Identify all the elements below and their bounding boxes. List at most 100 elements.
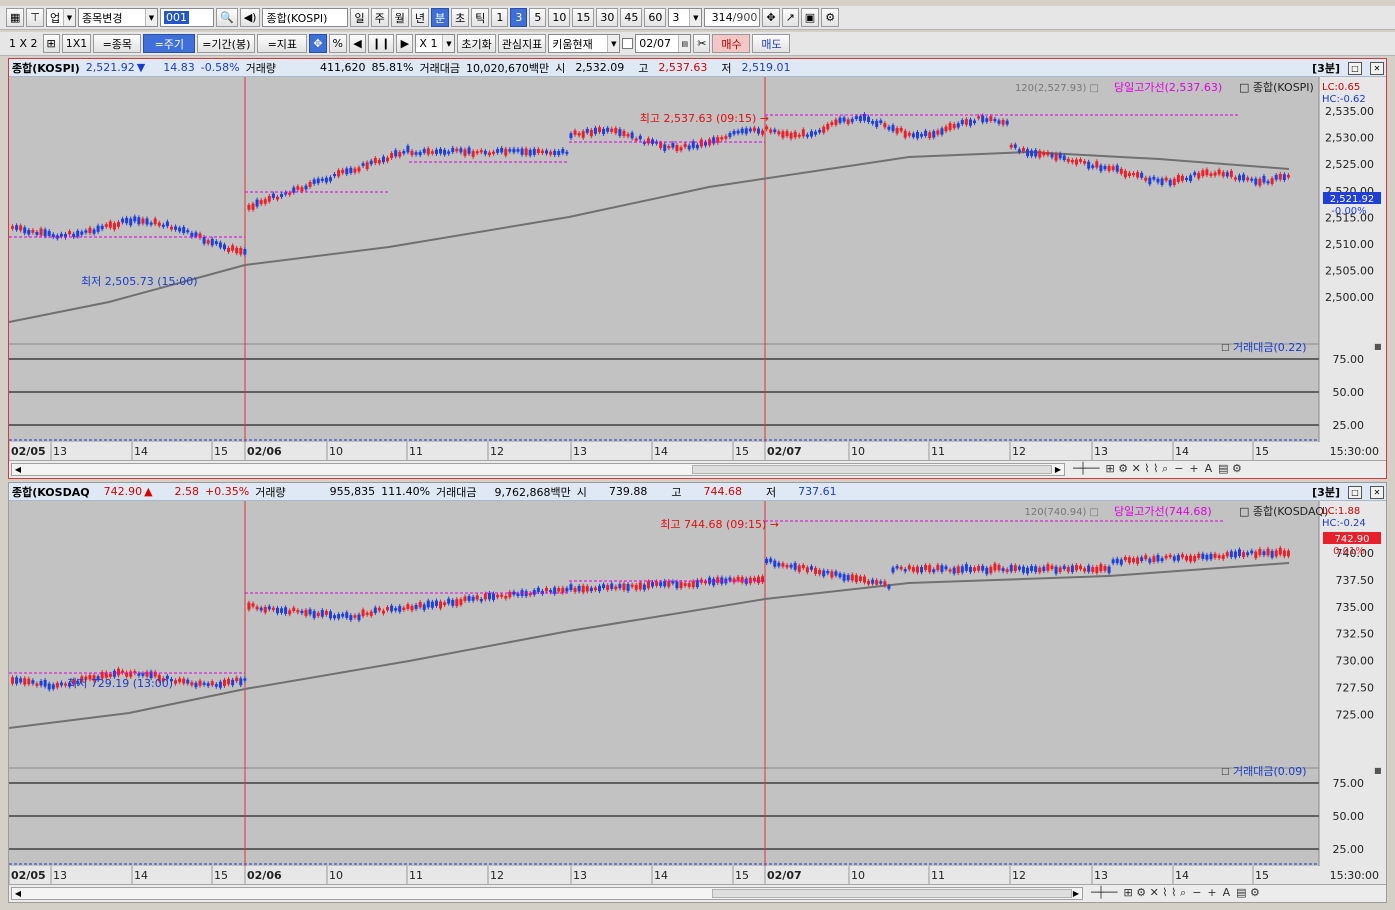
candle-body bbox=[1009, 565, 1013, 572]
pause-icon[interactable]: ❙❙ bbox=[367, 34, 395, 53]
scissors-icon[interactable]: ✂ bbox=[693, 34, 711, 53]
reset-button[interactable]: 초기화 bbox=[457, 34, 496, 53]
settings-icon[interactable]: ▤ ⚙ bbox=[1236, 886, 1260, 900]
buy-button[interactable]: 매수 bbox=[712, 34, 751, 53]
time-label: 02/06 bbox=[247, 869, 282, 882]
minute-10[interactable]: 10 bbox=[548, 8, 571, 27]
sub-toolbar: 1 X 2 ⊞ 1X1 =종목 =주기 =기간(봉) =지표 ✥ % ◀ ❙❙ … bbox=[0, 32, 1395, 56]
candle-body bbox=[426, 600, 430, 608]
scroll-left-icon[interactable]: ◀ bbox=[12, 888, 24, 899]
minute-5[interactable]: 5 bbox=[529, 8, 547, 27]
speaker-icon[interactable]: ◀) bbox=[239, 8, 261, 27]
period-tick[interactable]: 틱 bbox=[471, 8, 490, 27]
gear-icon[interactable]: ⚙ bbox=[821, 8, 840, 27]
minute-30[interactable]: 30 bbox=[596, 8, 619, 27]
maximize-icon[interactable]: □ bbox=[1348, 485, 1362, 499]
layout-1x2[interactable]: 1 X 2 bbox=[6, 34, 41, 53]
minute-60[interactable]: 60 bbox=[644, 8, 667, 27]
prev-icon[interactable]: ◀ bbox=[348, 34, 366, 53]
search-icon[interactable]: 🔍 bbox=[216, 8, 238, 27]
layout-icon[interactable]: ▦ bbox=[6, 8, 25, 27]
time-label: 15 bbox=[735, 869, 749, 882]
kosdaq-chart-svg[interactable]: 75.0050.0025.00□ 거래대금(0.09) ■740.00737.507… bbox=[9, 501, 1386, 884]
grid-icon[interactable]: ⊞ bbox=[42, 34, 60, 53]
candle-body bbox=[1217, 555, 1221, 559]
link-period-button[interactable]: =주기 bbox=[143, 34, 196, 53]
kosdaq-chart-pane[interactable]: 종합(KOSDAQ 742.90 ▲ 2.58 +0.35% 거래량 955,8… bbox=[8, 482, 1387, 903]
draw-icon[interactable]: ↗ bbox=[781, 8, 799, 27]
count-field[interactable]: 314/900 bbox=[704, 8, 761, 27]
code-input[interactable]: 001 bbox=[160, 8, 214, 27]
minute-combo[interactable]: 3 ▼ bbox=[668, 8, 703, 27]
settings-icon[interactable]: ▤ ⚙ bbox=[1218, 462, 1242, 476]
next-icon[interactable]: ▶ bbox=[396, 34, 414, 53]
kospi-chart-svg[interactable]: 75.00 50.00 25.00 □ 거래대금(0.22) ■ 2,535.00 2,530… bbox=[9, 77, 1386, 460]
minute-3[interactable]: 3 bbox=[510, 8, 528, 27]
close-icon[interactable]: ✕ bbox=[1370, 485, 1384, 499]
candle-body bbox=[1119, 168, 1123, 174]
link-range-button[interactable]: =기간(봉) bbox=[197, 34, 256, 53]
minute-1[interactable]: 1 bbox=[491, 8, 509, 27]
move-icon[interactable]: ✥ bbox=[309, 34, 327, 53]
zoom-slider-icon[interactable]: ─┼── bbox=[1073, 462, 1100, 476]
candle-body bbox=[907, 565, 911, 570]
minute-15[interactable]: 15 bbox=[572, 8, 595, 27]
candle-body bbox=[137, 217, 141, 225]
percent-icon[interactable]: % bbox=[328, 34, 347, 53]
kospi-chart-pane[interactable]: 종합(KOSPI) 2,521.92 ▼ 14.83 -0.58% 거래량 41… bbox=[8, 58, 1387, 479]
scroll-right-icon[interactable]: ▶ bbox=[1052, 464, 1064, 475]
link-stock-button[interactable]: =종목 bbox=[93, 34, 142, 53]
save-icon[interactable]: ▣ bbox=[800, 8, 820, 27]
period-week[interactable]: 주 bbox=[370, 8, 389, 27]
period-month[interactable]: 월 bbox=[390, 8, 409, 27]
candle-body bbox=[418, 602, 422, 608]
plus-icon[interactable]: + bbox=[1189, 462, 1198, 476]
period-second[interactable]: 초 bbox=[451, 8, 470, 27]
text-icon[interactable]: A bbox=[1223, 886, 1231, 900]
zoom-select[interactable]: X 1 ▼ bbox=[415, 34, 456, 53]
stock-change-select[interactable]: 종목변경 ▼ bbox=[78, 8, 158, 27]
scroll-right-icon[interactable]: ▶ bbox=[1070, 888, 1082, 899]
market-select[interactable]: 업 ▼ bbox=[46, 8, 76, 27]
tool-icons[interactable]: ⊞ ⚙ ✕ ⌇ ⌇ ⌕ bbox=[1106, 462, 1169, 476]
date-checkbox[interactable] bbox=[622, 38, 634, 49]
tool-icons[interactable]: ⊞ ⚙ ✕ ⌇ ⌇ ⌕ bbox=[1124, 886, 1187, 900]
candle-body bbox=[842, 117, 846, 122]
minute-45[interactable]: 45 bbox=[620, 8, 643, 27]
period-minute[interactable]: 분 bbox=[430, 8, 450, 27]
candle-body bbox=[1266, 181, 1270, 184]
candle-body bbox=[1201, 553, 1205, 559]
candle-body bbox=[1136, 172, 1140, 178]
date-field[interactable]: 02/07 ▤ bbox=[635, 34, 692, 53]
candle-body bbox=[492, 593, 496, 600]
candle-body bbox=[487, 152, 491, 156]
minus-icon[interactable]: − bbox=[1192, 886, 1201, 900]
period-day[interactable]: 일 bbox=[350, 8, 369, 27]
candle-body bbox=[231, 245, 235, 251]
link-indicator-button[interactable]: =지표 bbox=[257, 34, 308, 53]
horizontal-scrollbar[interactable]: ◀ ▶ bbox=[11, 887, 1083, 900]
zoom-slider-icon[interactable]: ─┼── bbox=[1091, 886, 1118, 900]
horizontal-scrollbar[interactable]: ◀ ▶ bbox=[11, 463, 1065, 476]
pin-icon[interactable]: ⊤ bbox=[26, 8, 44, 27]
candle-body bbox=[182, 227, 186, 233]
scroll-left-icon[interactable]: ◀ bbox=[12, 464, 24, 475]
layout-1x1[interactable]: 1X1 bbox=[61, 34, 92, 53]
scroll-thumb[interactable] bbox=[692, 465, 1052, 474]
crosshair-icon[interactable]: ✥ bbox=[762, 8, 780, 27]
candle-body bbox=[1026, 149, 1030, 157]
sell-button[interactable]: 매도 bbox=[752, 34, 791, 53]
candle-body bbox=[1058, 567, 1062, 572]
minus-icon[interactable]: − bbox=[1174, 462, 1183, 476]
kiwoom-select[interactable]: 키움현재 ▼ bbox=[548, 34, 621, 53]
scroll-thumb[interactable] bbox=[712, 889, 1072, 898]
close-icon[interactable]: ✕ bbox=[1370, 61, 1384, 75]
candle-body bbox=[1034, 566, 1038, 572]
period-year[interactable]: 년 bbox=[410, 8, 429, 27]
plus-icon[interactable]: + bbox=[1207, 886, 1216, 900]
text-icon[interactable]: A bbox=[1205, 462, 1213, 476]
maximize-icon[interactable]: □ bbox=[1348, 61, 1362, 75]
watch-indicator-button[interactable]: 관심지표 bbox=[497, 34, 547, 53]
candle-body bbox=[1132, 558, 1136, 563]
sub-tick-label: 50.00 bbox=[1333, 386, 1365, 399]
